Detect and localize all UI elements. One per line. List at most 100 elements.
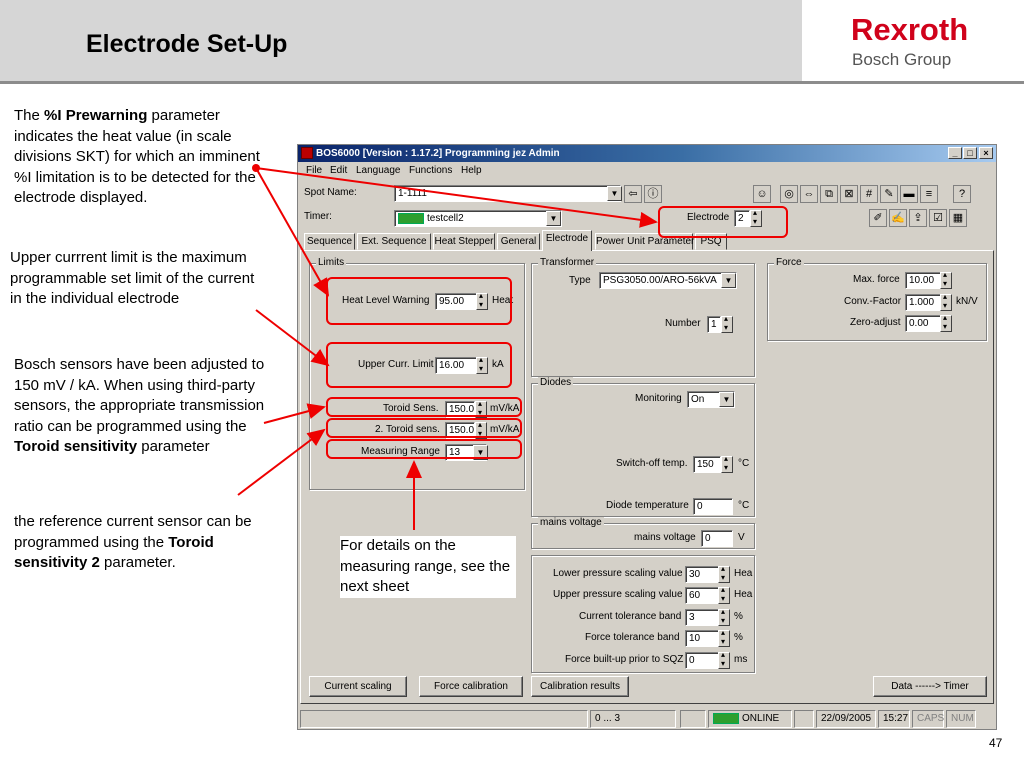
diode-temp-field: 0 <box>693 498 733 515</box>
folder-icon[interactable]: ▬ <box>900 185 918 203</box>
note-bold: %I Prewarning <box>44 107 148 124</box>
lower-pressure-unit: Hea <box>734 568 753 579</box>
transformer-type-select[interactable]: PSG3050.00/ARO-56kVA <box>599 272 737 289</box>
diode-temp-label: Diode temperature <box>606 500 689 511</box>
heat-level-warning-spinner[interactable] <box>476 291 488 310</box>
page-number: 47 <box>989 736 1003 750</box>
list-icon[interactable]: ≡ <box>920 185 938 203</box>
electrode-spinner[interactable] <box>750 208 762 227</box>
current-tolerance-field[interactable]: 3 <box>685 609 719 626</box>
current-tolerance-unit: % <box>734 611 743 622</box>
spot-name-field[interactable]: 1-1111 <box>394 185 621 202</box>
transfer-icon[interactable]: ⇪ <box>909 209 927 227</box>
maximize-button[interactable]: □ <box>963 147 977 159</box>
tab-power-unit-parameter[interactable]: Power Unit Parameter <box>595 233 694 250</box>
diodes-monitoring-dropdown-icon[interactable]: ▼ <box>719 392 734 407</box>
bosch-group-logo: Bosch Group <box>852 50 952 69</box>
window-title-version: BOS6000 [Version : 1.17.2] <box>316 148 443 159</box>
transformer-type-dropdown-icon[interactable]: ▼ <box>721 273 736 288</box>
tab-psq[interactable]: PSQ <box>695 233 727 250</box>
rexroth-logo: Rexroth <box>851 12 969 47</box>
status-online: ONLINE <box>708 710 792 728</box>
limits-title: Limits <box>316 257 347 268</box>
zero-adjust-field[interactable]: 0.00 <box>905 315 941 332</box>
window-title-rest: Programming jez Admin <box>442 148 560 159</box>
conv-factor-label: Conv.-Factor <box>844 296 902 307</box>
force-calibration-button[interactable]: Force calibration <box>419 676 523 697</box>
menu-file[interactable]: File <box>306 165 322 176</box>
menu-functions[interactable]: Functions <box>409 165 452 176</box>
info-icon[interactable]: ⓘ <box>644 185 662 203</box>
toroid-sens2-field[interactable]: 150.0 <box>445 422 475 439</box>
menu-help[interactable]: Help <box>461 165 482 176</box>
note-text: parameter. <box>99 554 176 571</box>
upper-pressure-spinner[interactable] <box>718 585 730 604</box>
conv-factor-spinner[interactable] <box>940 292 952 311</box>
tab-general[interactable]: General <box>497 233 540 250</box>
zero-adjust-spinner[interactable] <box>940 313 952 332</box>
current-tolerance-spinner[interactable] <box>718 607 730 626</box>
timer-dropdown-icon[interactable]: ▼ <box>546 211 561 226</box>
tab-electrode[interactable]: Electrode <box>542 230 592 251</box>
close-button[interactable]: × <box>979 147 993 159</box>
timer-value: testcell2 <box>427 213 464 224</box>
force-buildup-field[interactable]: 0 <box>685 652 719 669</box>
mains-voltage-title: mains voltage <box>538 517 604 528</box>
upper-curr-limit-spinner[interactable] <box>476 355 488 374</box>
grid-icon[interactable]: # <box>860 185 878 203</box>
pen-icon[interactable]: ✐ <box>869 209 887 227</box>
status-date: 22/09/2005 <box>816 710 876 728</box>
transformer-number-field[interactable]: 1 <box>707 316 721 333</box>
globe-icon[interactable]: ◎ <box>780 185 798 203</box>
timer-field[interactable]: testcell2 <box>394 210 562 227</box>
data-to-timer-button[interactable]: Data ------> Timer <box>873 676 987 697</box>
force-buildup-unit: ms <box>734 654 748 665</box>
toroid-sens-spinner[interactable] <box>475 399 487 418</box>
measuring-range-dropdown-icon[interactable]: ▼ <box>473 445 488 460</box>
toroid-sens2-spinner[interactable] <box>475 420 487 439</box>
switch-off-temp-spinner[interactable] <box>721 454 733 473</box>
help-icon[interactable]: ? <box>953 185 971 203</box>
lower-pressure-spinner[interactable] <box>718 564 730 583</box>
minimize-button[interactable]: _ <box>948 147 962 159</box>
electrode-field[interactable]: 2 <box>734 210 750 227</box>
lower-pressure-field[interactable]: 30 <box>685 566 719 583</box>
tab-heat-stepper[interactable]: Heat Stepper <box>433 233 495 250</box>
check-icon[interactable]: ☑ <box>929 209 947 227</box>
switch-off-temp-label: Switch-off temp. <box>616 458 688 469</box>
conv-factor-field[interactable]: 1.000 <box>905 294 941 311</box>
max-force-field[interactable]: 10.00 <box>905 272 941 289</box>
user-icon[interactable]: ☺ <box>753 185 771 203</box>
tab-sequence[interactable]: Sequence <box>304 233 355 250</box>
switch-off-temp-field[interactable]: 150 <box>693 456 721 473</box>
plug-icon <box>398 212 424 224</box>
upper-curr-limit-field[interactable]: 16.00 <box>435 357 477 374</box>
menu-language[interactable]: Language <box>356 165 401 176</box>
matrix-icon[interactable]: ▦ <box>949 209 967 227</box>
copy-icon[interactable]: ⧉ <box>820 185 838 203</box>
spot-name-dropdown-icon[interactable]: ▼ <box>607 186 622 201</box>
force-buildup-spinner[interactable] <box>718 650 730 669</box>
note-prewarning: The %I Prewarning parameter indicates th… <box>14 106 268 209</box>
current-scaling-button[interactable]: Current scaling <box>309 676 407 697</box>
navigate-icon[interactable]: ⇔ <box>800 185 818 203</box>
edit-icon[interactable]: ✎ <box>880 185 898 203</box>
toroid-sens-label: Toroid Sens. <box>383 403 439 414</box>
toroid-sens-field[interactable]: 150.0 <box>445 401 475 418</box>
heat-level-warning-field[interactable]: 95.00 <box>435 293 477 310</box>
heat-level-warning-unit: Heat <box>492 295 514 306</box>
current-tolerance-label: Current tolerance band <box>579 611 682 622</box>
back-arrow-icon[interactable]: ⇦ <box>624 185 642 203</box>
delete-icon[interactable]: ⊠ <box>840 185 858 203</box>
write-icon[interactable]: ✍ <box>889 209 907 227</box>
upper-pressure-field[interactable]: 60 <box>685 587 719 604</box>
calibration-results-button[interactable]: Calibration results <box>531 676 629 697</box>
force-tolerance-spinner[interactable] <box>718 628 730 647</box>
switch-off-temp-unit: °C <box>738 458 750 469</box>
status-range: 0 ... 3 <box>590 710 676 728</box>
menu-edit[interactable]: Edit <box>330 165 347 176</box>
transformer-number-spinner[interactable] <box>721 314 733 333</box>
max-force-spinner[interactable] <box>940 270 952 289</box>
tab-ext-sequence[interactable]: Ext. Sequence <box>357 233 431 250</box>
force-tolerance-field[interactable]: 10 <box>685 630 719 647</box>
